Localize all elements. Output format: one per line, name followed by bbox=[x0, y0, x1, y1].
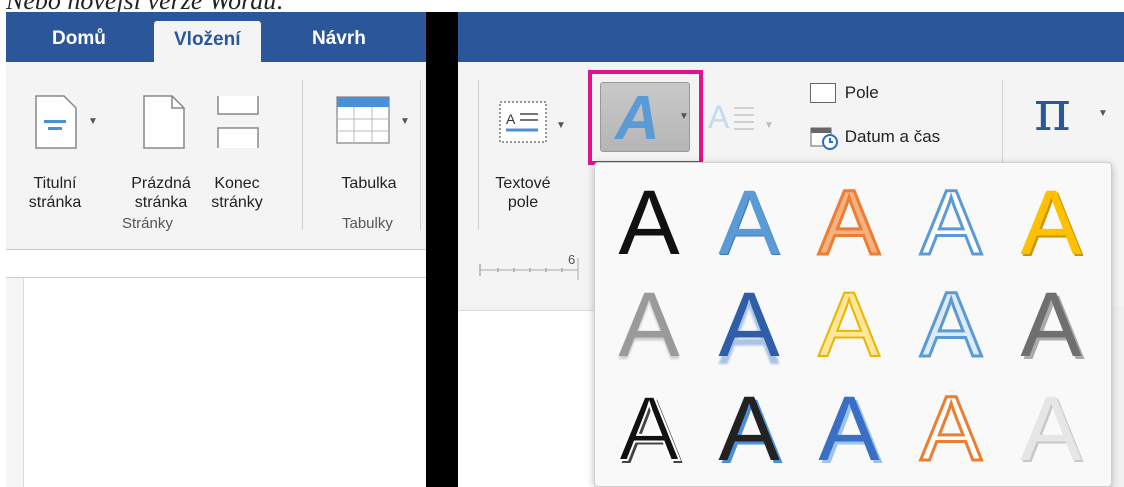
cover-page-icon bbox=[35, 95, 77, 149]
wordart-style-15[interactable]: A bbox=[1001, 379, 1101, 479]
tab-design[interactable]: Návrh bbox=[312, 28, 366, 50]
ruler-ticks bbox=[479, 258, 579, 280]
tab-insert[interactable]: Vložení bbox=[154, 21, 261, 62]
split-divider bbox=[426, 12, 458, 487]
document-canvas[interactable] bbox=[458, 310, 598, 487]
text-box-label-1: Textové bbox=[495, 175, 551, 192]
date-time-label: Datum a čas bbox=[844, 127, 941, 146]
wordart-style-12[interactable]: A bbox=[699, 379, 799, 479]
cover-page-label-1: Titulní bbox=[33, 175, 77, 192]
page-break-label-1: Konec bbox=[214, 175, 260, 192]
right-ribbon-panel: A ▼ Textové pole A ▼ Pole Datum a čas π … bbox=[458, 12, 1124, 487]
wordart-style-6[interactable]: A bbox=[599, 275, 699, 375]
vertical-ruler bbox=[6, 278, 24, 487]
table-button[interactable]: ▼ Tabulka bbox=[324, 82, 414, 212]
svg-text:A: A bbox=[708, 99, 730, 135]
wordart-button[interactable]: A ▼ bbox=[588, 70, 703, 165]
page-break-button[interactable]: Konec stránky bbox=[202, 82, 272, 212]
wordart-style-3[interactable]: A bbox=[799, 173, 899, 273]
tab-bar: Domů Vložení Návrh bbox=[6, 12, 426, 62]
pi-icon: π bbox=[1034, 79, 1071, 144]
field-button[interactable]: Pole bbox=[810, 82, 879, 112]
document-canvas[interactable] bbox=[24, 278, 426, 487]
chevron-down-icon: ▼ bbox=[88, 116, 98, 127]
text-box-label-2: pole bbox=[507, 194, 539, 211]
blank-page-icon bbox=[143, 95, 185, 149]
page-break-icon bbox=[217, 96, 259, 148]
field-icon bbox=[810, 82, 836, 103]
chevron-down-icon: ▼ bbox=[1098, 108, 1108, 119]
group-separator bbox=[420, 80, 421, 230]
ruler-mark: 6 bbox=[568, 252, 576, 267]
text-box-icon: A bbox=[499, 101, 547, 143]
drop-cap-icon: A bbox=[708, 99, 754, 135]
tab-home[interactable]: Domů bbox=[52, 28, 106, 50]
calendar-clock-icon bbox=[810, 127, 838, 150]
blank-page-button[interactable]: Prázdná stránka bbox=[124, 82, 198, 212]
svg-text:A: A bbox=[506, 111, 516, 127]
wordart-gallery: A A A A A A A A A A A A A A A bbox=[594, 162, 1112, 487]
wordart-button-face: A ▼ bbox=[600, 82, 690, 153]
horizontal-ruler bbox=[6, 250, 426, 278]
text-box-button[interactable]: A ▼ Textové pole bbox=[488, 82, 578, 212]
wordart-style-1[interactable]: A bbox=[599, 173, 699, 273]
group-separator bbox=[302, 80, 303, 230]
wordart-style-4[interactable]: A bbox=[901, 173, 1001, 273]
left-ribbon-panel: Domů Vložení Návrh ▼ Titulní stránka Prá… bbox=[6, 12, 426, 487]
wordart-style-8[interactable]: A bbox=[799, 275, 899, 375]
wordart-style-7[interactable]: A bbox=[699, 275, 799, 375]
blank-page-label-1: Prázdná bbox=[131, 175, 191, 192]
wordart-style-5[interactable]: A bbox=[1001, 173, 1101, 273]
wordart-style-13[interactable]: A bbox=[799, 379, 899, 479]
chevron-down-icon: ▼ bbox=[764, 120, 774, 131]
date-time-button[interactable]: Datum a čas bbox=[810, 124, 940, 154]
page-break-label-2: stránky bbox=[211, 194, 263, 211]
chevron-down-icon: ▼ bbox=[556, 120, 566, 131]
group-label-pages: Stránky bbox=[122, 215, 173, 232]
wordart-style-2[interactable]: A bbox=[699, 173, 799, 273]
wordart-style-10[interactable]: A bbox=[1001, 275, 1101, 375]
equation-button[interactable]: π ▼ bbox=[1034, 84, 1114, 144]
ribbon: ▼ Titulní stránka Prázdná stránka Konec … bbox=[6, 62, 426, 250]
tab-bar bbox=[458, 12, 1124, 62]
cover-page-label-2: stránka bbox=[28, 194, 82, 211]
drop-cap-button[interactable]: A ▼ bbox=[708, 98, 774, 138]
chevron-down-icon: ▼ bbox=[400, 116, 410, 127]
wordart-style-9[interactable]: A bbox=[901, 275, 1001, 375]
group-label-tables: Tabulky bbox=[342, 215, 393, 232]
wordart-icon: A bbox=[615, 84, 660, 153]
wordart-style-11[interactable]: A bbox=[599, 379, 699, 479]
table-icon bbox=[336, 96, 390, 144]
table-label: Tabulka bbox=[341, 175, 397, 192]
blank-page-label-2: stránka bbox=[134, 194, 188, 211]
cover-page-button[interactable]: ▼ Titulní stránka bbox=[24, 82, 114, 212]
chevron-down-icon: ▼ bbox=[679, 111, 689, 122]
wordart-style-14[interactable]: A bbox=[901, 379, 1001, 479]
field-label: Pole bbox=[844, 82, 879, 102]
